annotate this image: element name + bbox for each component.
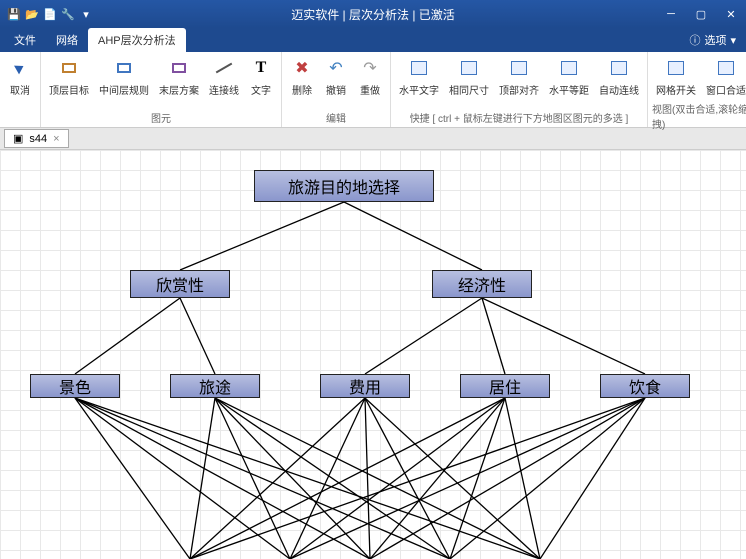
redo-icon: ↷ — [363, 58, 376, 78]
undo-button[interactable]: ↶撤销 — [320, 54, 352, 99]
ribbon: 取消 顶层目标 中间层规则 末层方案 连接线 T文字 图元 ✖删除 ↶撤销 ↷重… — [0, 52, 746, 128]
qat-new-icon[interactable]: 📄 — [42, 6, 58, 22]
qat-open-icon[interactable]: 📂 — [24, 6, 40, 22]
align-icon — [411, 61, 427, 75]
box-icon — [172, 63, 186, 73]
group-label: 编辑 — [326, 108, 346, 127]
top-goal-button[interactable]: 顶层目标 — [45, 54, 93, 99]
text-icon: T — [256, 59, 267, 77]
qat-tool-icon[interactable]: 🔧 — [60, 6, 76, 22]
same-size-button[interactable]: 相同尺寸 — [445, 54, 493, 99]
ribbon-group-quick: 水平文字 相同尺寸 顶部对齐 水平等距 自动连线 快捷 [ ctrl + 鼠标左… — [391, 52, 648, 127]
fit-icon — [718, 61, 734, 75]
titlebar: 💾 📂 📄 🔧 ▾ 迈实软件 | 层次分析法 | 已激活 ─ ▢ ✕ — [0, 0, 746, 28]
hierarchy-node[interactable]: 经济性 — [432, 270, 532, 298]
hierarchy-node[interactable]: 饮食 — [600, 374, 690, 398]
undo-icon: ↶ — [329, 58, 342, 78]
cancel-button[interactable]: 取消 — [4, 54, 36, 99]
size-icon — [461, 61, 477, 75]
ribbon-group-view: 网格开关 窗口合适 刷新视图 视图(双击合适,滚轮缩放,中键拖拽) — [648, 52, 746, 127]
minimize-button[interactable]: ─ — [656, 4, 686, 24]
group-label: 快捷 [ ctrl + 鼠标左键进行下方地图区图元的多选 ] — [410, 108, 629, 127]
window-controls: ─ ▢ ✕ — [656, 4, 746, 24]
fit-window-button[interactable]: 窗口合适 — [702, 54, 746, 99]
hierarchy-node[interactable]: 费用 — [320, 374, 410, 398]
window-title: 迈实软件 | 层次分析法 | 已激活 — [291, 6, 455, 23]
menubar: 文件 网络 AHP层次分析法 ⓘ 选项 ▾ — [0, 28, 746, 52]
doc-tab-label: s44 — [29, 133, 47, 145]
canvas[interactable]: 旅游目的地选择欣赏性 经济性景色 旅途 费用 居住 饮食 — [0, 150, 746, 559]
hierarchy-node[interactable]: 景色 — [30, 374, 120, 398]
redo-button[interactable]: ↷重做 — [354, 54, 386, 99]
hierarchy-node[interactable]: 居住 — [460, 374, 550, 398]
group-label: 图元 — [151, 108, 171, 127]
tab-network[interactable]: 网络 — [46, 28, 88, 52]
htext-button[interactable]: 水平文字 — [395, 54, 443, 99]
tab-ahp[interactable]: AHP层次分析法 — [88, 28, 186, 52]
hierarchy-node[interactable]: 欣赏性 — [130, 270, 230, 298]
options-area: ⓘ 选项 ▾ — [689, 32, 742, 48]
line-icon — [216, 63, 233, 74]
maximize-button[interactable]: ▢ — [686, 4, 716, 24]
ribbon-group-edit: ✖删除 ↶撤销 ↷重做 编辑 — [282, 52, 391, 127]
align-icon — [511, 61, 527, 75]
auto-conn-button[interactable]: 自动连线 — [595, 54, 643, 99]
box-icon — [62, 63, 76, 73]
mid-rule-button[interactable]: 中间层规则 — [95, 54, 153, 99]
doc-tab-icon: ▣ — [13, 132, 23, 145]
options-dropdown-icon[interactable]: ▾ — [730, 34, 736, 47]
grid-icon — [668, 61, 684, 75]
hierarchy-node[interactable]: 旅游目的地选择 — [254, 170, 434, 202]
connect-icon — [611, 61, 627, 75]
close-button[interactable]: ✕ — [716, 4, 746, 24]
delete-icon: ✖ — [295, 58, 308, 78]
options-label[interactable]: 选项 — [704, 32, 726, 48]
top-align-button[interactable]: 顶部对齐 — [495, 54, 543, 99]
document-tabs: ▣ s44 × — [0, 128, 746, 150]
grid-toggle-button[interactable]: 网格开关 — [652, 54, 700, 99]
doc-tab-close-icon[interactable]: × — [53, 133, 59, 145]
qat-dropdown-icon[interactable]: ▾ — [78, 6, 94, 22]
tab-file[interactable]: 文件 — [4, 28, 46, 52]
qat-save-icon[interactable]: 💾 — [6, 6, 22, 22]
ribbon-group-cancel: 取消 — [0, 52, 41, 127]
box-icon — [117, 63, 131, 73]
connector-button[interactable]: 连接线 — [205, 54, 243, 99]
text-button[interactable]: T文字 — [245, 54, 277, 99]
group-label: 视图(双击合适,滚轮缩放,中键拖拽) — [652, 99, 746, 133]
help-icon[interactable]: ⓘ — [689, 32, 700, 48]
hierarchy-node[interactable]: 旅途 — [170, 374, 260, 398]
alt-plan-button[interactable]: 末层方案 — [155, 54, 203, 99]
quick-access-toolbar: 💾 📂 📄 🔧 ▾ — [0, 4, 100, 24]
doc-tab[interactable]: ▣ s44 × — [4, 129, 69, 148]
ribbon-group-shapes: 顶层目标 中间层规则 末层方案 连接线 T文字 图元 — [41, 52, 282, 127]
canvas-grid — [0, 150, 746, 559]
delete-button[interactable]: ✖删除 — [286, 54, 318, 99]
distribute-icon — [561, 61, 577, 75]
h-even-button[interactable]: 水平等距 — [545, 54, 593, 99]
arrow-icon — [14, 62, 26, 75]
